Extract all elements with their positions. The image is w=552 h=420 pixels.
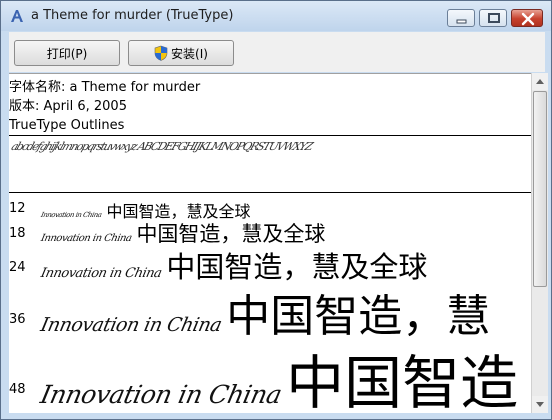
sample-size-label: 12 [9, 201, 26, 216]
font-viewer-window: a Theme for murder (TrueType) 打印(P) 安装(I… [0, 0, 552, 420]
font-outline-line: TrueType Outlines [9, 118, 125, 133]
sample-row: 36 Innovation in China 中国智造，慧 [9, 280, 531, 342]
arrow-down-icon [536, 402, 544, 407]
sample-cjk-text: 中国智造 [286, 349, 519, 413]
toolbar: 打印(P) 安装(I) [9, 32, 545, 72]
sample-row: 24 Innovation in China 中国智造，慧及全球 [9, 244, 531, 284]
scroll-thumb[interactable] [533, 91, 547, 287]
install-button-label: 安装(I) [171, 46, 208, 61]
vertical-scrollbar[interactable] [531, 73, 548, 413]
sample-size-label: 18 [9, 226, 26, 241]
minimize-icon [456, 19, 467, 24]
font-name-line: 字体名称: a Theme for murder [9, 80, 201, 95]
charset-sample: abcdefghijklmnopqrstuvwxyz ABCDEFGHIJKLM… [9, 140, 314, 153]
uac-shield-icon [154, 45, 168, 61]
sample-row: 18 Innovation in China 中国智造，慧及全球 [9, 218, 531, 246]
window-title: a Theme for murder (TrueType) [31, 8, 234, 23]
title-bar[interactable]: a Theme for murder (TrueType) [1, 1, 551, 31]
font-preview-pane[interactable]: 字体名称: a Theme for murder 版本: April 6, 20… [9, 73, 531, 413]
sample-size-label: 36 [9, 312, 26, 327]
font-version-line: 版本: April 6, 2005 [9, 99, 127, 114]
close-icon [521, 12, 535, 26]
sample-cjk-text: 中国智造，慧及全球 [136, 222, 326, 246]
scroll-down-button[interactable] [532, 396, 548, 413]
sample-latin-text: Innovation in China [37, 380, 285, 409]
sample-size-label: 24 [9, 260, 26, 275]
print-button[interactable]: 打印(P) [14, 40, 120, 66]
maximize-icon [488, 13, 500, 23]
sample-latin-text: Innovation in China [39, 266, 163, 281]
sample-row: 12 Innovation in China 中国智造，慧及全球 [9, 198, 531, 221]
sample-latin-text: Innovation in China [39, 233, 133, 244]
close-button[interactable] [511, 9, 543, 27]
sample-latin-text: Innovation in China [38, 314, 224, 336]
sample-size-label: 48 [9, 382, 26, 397]
sample-cjk-text: 中国智造，慧 [226, 291, 491, 342]
divider [9, 192, 531, 193]
arrow-up-icon [536, 79, 544, 84]
maximize-button[interactable] [479, 9, 507, 27]
font-app-icon [9, 8, 25, 24]
sample-row: 48 Innovation in China 中国智造 [9, 336, 531, 413]
print-button-label: 打印(P) [46, 46, 88, 61]
divider [9, 135, 531, 136]
install-button[interactable]: 安装(I) [128, 40, 234, 66]
sample-cjk-text: 中国智造，慧及全球 [166, 250, 428, 284]
font-info: 字体名称: a Theme for murder 版本: April 6, 20… [9, 78, 200, 135]
scroll-up-button[interactable] [532, 73, 548, 90]
minimize-button[interactable] [447, 9, 475, 27]
